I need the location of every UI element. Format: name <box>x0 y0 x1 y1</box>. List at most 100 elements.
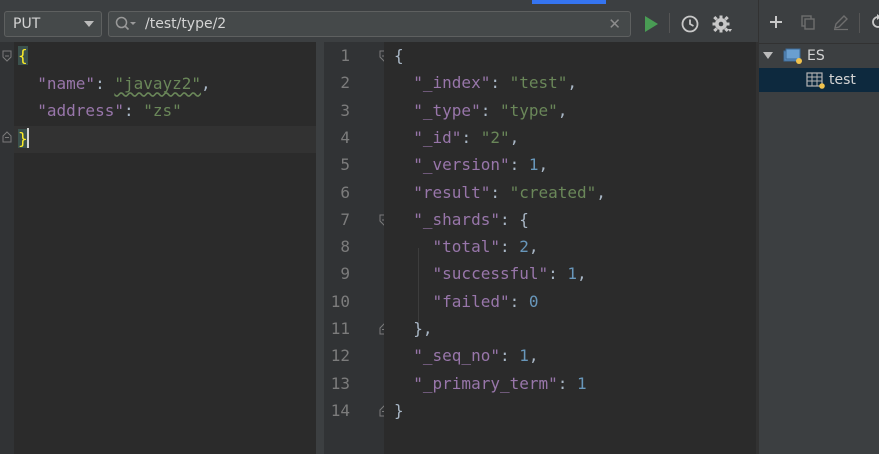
code-token: 2 <box>519 237 529 257</box>
add-icon[interactable] <box>767 13 785 31</box>
toolbar-divider <box>669 13 670 33</box>
code-token: "name" <box>37 73 96 93</box>
code-line: "_type": "type", <box>394 97 567 124</box>
code-token: "created" <box>509 182 597 202</box>
code-token: : <box>461 127 481 147</box>
response-viewer[interactable]: { "_index": "test", "_type": "type", "_i… <box>384 42 758 454</box>
code-token: "_primary_term" <box>413 373 558 393</box>
line-number: 4 <box>340 127 350 147</box>
code-token: "zs" <box>143 101 182 120</box>
explorer-divider <box>859 13 860 33</box>
run-icon[interactable] <box>640 13 662 35</box>
code-token: : <box>509 291 529 311</box>
code-token: , <box>528 237 539 257</box>
http-method-select[interactable]: PUT <box>4 11 102 37</box>
code-token: : <box>490 182 510 202</box>
clear-icon[interactable]: ✕ <box>608 15 621 33</box>
code-token: "_shards" <box>413 209 500 229</box>
code-token: 1 <box>567 264 578 284</box>
database-explorer: ES test <box>758 0 879 454</box>
database-icon <box>783 48 802 64</box>
tree-node-test[interactable]: test <box>759 68 879 92</box>
code-line: "name": "javayz2", <box>18 70 210 97</box>
line-number: 9 <box>340 264 350 284</box>
fold-close-icon[interactable] <box>2 131 12 143</box>
code-token: : <box>123 101 144 120</box>
line-number: 1 <box>340 46 350 65</box>
code-token: , <box>509 127 520 147</box>
code-token: : <box>480 100 500 120</box>
code-token: { <box>18 46 28 65</box>
tree-node-label: ES <box>807 48 825 64</box>
code-token: "_index" <box>413 73 491 93</box>
code-line: "_shards": { <box>394 206 529 233</box>
code-line: } <box>394 397 404 424</box>
url-input[interactable] <box>145 14 595 34</box>
code-token: "successful" <box>432 264 549 284</box>
line-number: 8 <box>340 237 350 257</box>
code-token: } <box>394 400 404 420</box>
line-number: 2 <box>340 73 350 93</box>
code-token: : <box>499 346 520 366</box>
code-line: } <box>18 125 29 152</box>
code-token: "_seq_no" <box>413 346 500 366</box>
text-caret <box>26 127 29 148</box>
chevron-down-icon <box>84 21 94 27</box>
line-number: 14 <box>330 400 350 420</box>
tree-node-label: test <box>829 72 856 88</box>
edit-icon[interactable] <box>832 13 850 31</box>
tree-node-es[interactable]: ES <box>759 44 879 68</box>
code-token: 0 <box>528 291 539 311</box>
code-line: "_index": "test", <box>394 69 577 96</box>
code-token: "total" <box>432 237 500 257</box>
code-token: , <box>567 73 578 93</box>
line-number: 3 <box>340 100 350 120</box>
request-toolbar: PUT ✕ <box>0 0 758 42</box>
request-body-editor[interactable]: { "name": "javayz2", "address": "zs"} <box>0 42 316 454</box>
url-field[interactable]: ✕ <box>108 11 631 37</box>
code-token: : <box>509 155 529 175</box>
code-token: "_id" <box>413 127 462 147</box>
caret-line-highlight <box>14 126 316 153</box>
code-line: { <box>18 42 28 69</box>
line-number: 5 <box>340 155 350 175</box>
tree-expand-icon[interactable] <box>763 52 773 60</box>
settings-icon[interactable] <box>711 13 733 35</box>
search-icon[interactable] <box>115 16 137 32</box>
code-token: "result" <box>413 182 491 202</box>
code-token: { <box>394 46 404 65</box>
code-token: : <box>95 73 115 93</box>
code-token: : <box>548 264 568 284</box>
copy-icon[interactable] <box>799 13 817 31</box>
request-gutter <box>0 42 14 454</box>
code-token: "_version" <box>413 155 510 175</box>
line-number: 6 <box>340 182 350 202</box>
fold-open-icon[interactable] <box>2 50 12 62</box>
code-line: "_seq_no": 1, <box>394 342 539 369</box>
code-token: : <box>490 73 510 93</box>
tab-indicator <box>532 0 606 4</box>
code-token: : <box>499 237 520 257</box>
code-line: "successful": 1, <box>394 260 587 287</box>
refresh-icon[interactable] <box>869 13 879 31</box>
code-token: "test" <box>509 73 568 93</box>
code-line: }, <box>394 315 433 342</box>
line-number: 12 <box>330 346 350 366</box>
line-number: 11 <box>330 319 350 338</box>
code-line: "failed": 0 <box>394 288 539 315</box>
history-icon[interactable] <box>679 13 701 35</box>
code-token: }, <box>394 319 433 338</box>
code-line: "_id": "2", <box>394 124 519 151</box>
code-token: , <box>528 346 539 366</box>
editor-splitter[interactable] <box>316 42 324 454</box>
line-number: 10 <box>330 291 350 311</box>
line-number: 13 <box>330 373 350 393</box>
code-line: "address": "zs" <box>18 97 182 124</box>
